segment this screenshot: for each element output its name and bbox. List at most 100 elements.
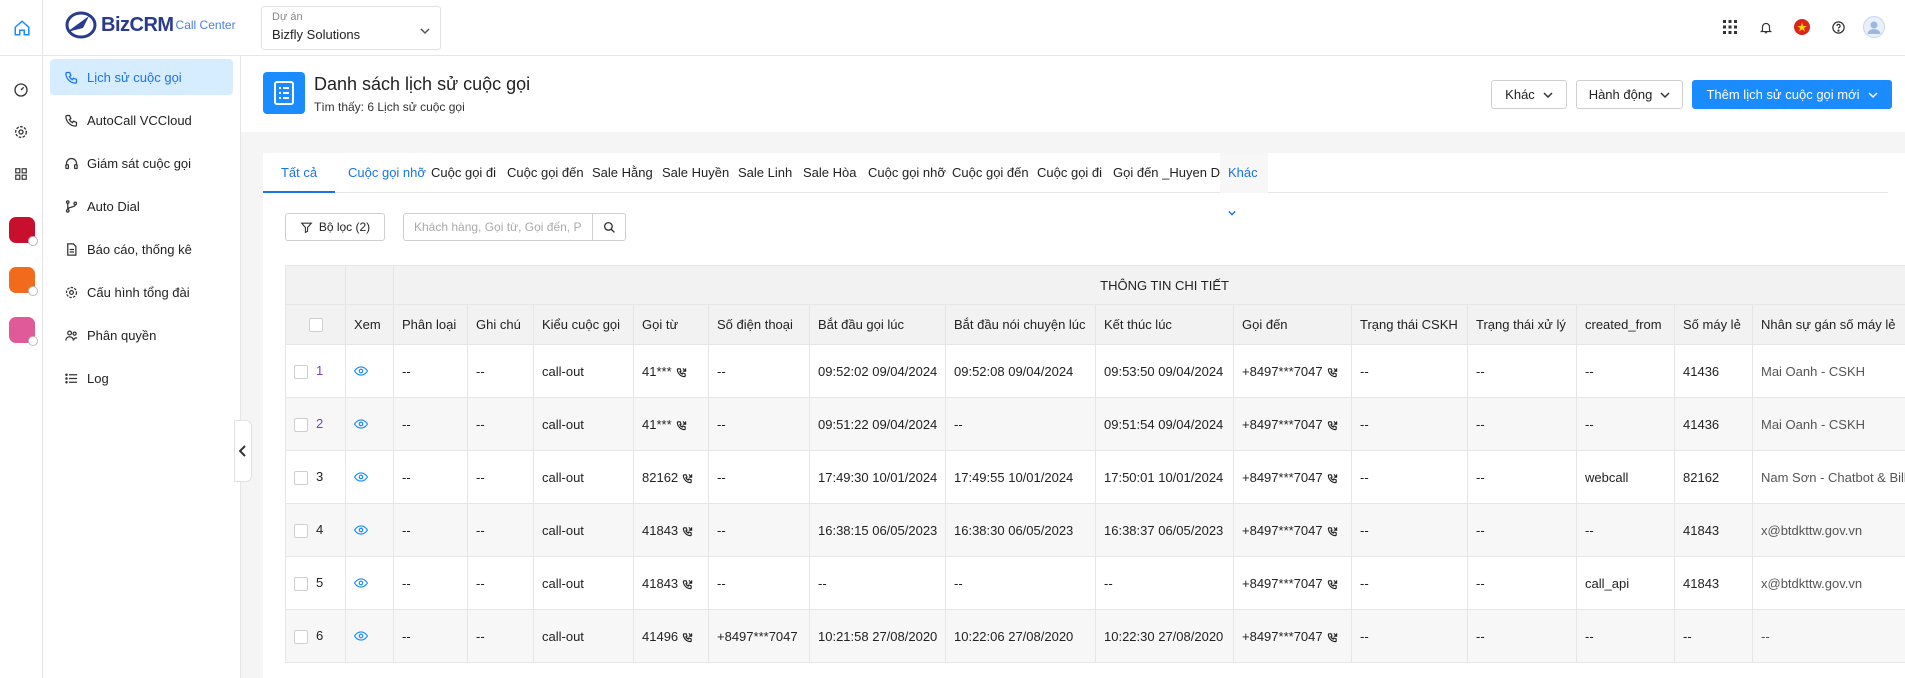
add-call-history-button[interactable]: Thêm lịch sử cuộc gọi mới <box>1692 80 1892 109</box>
tab-bar: Tất cả Cuộc gọi nhỡ Cuộc gọi đi Cuộc gọi… <box>263 153 1888 216</box>
phone-call-icon[interactable] <box>672 364 687 379</box>
row-index[interactable]: 4 <box>316 522 323 537</box>
eye-icon[interactable] <box>353 364 369 379</box>
row-index[interactable]: 1 <box>316 363 323 378</box>
row-index[interactable]: 5 <box>316 575 323 590</box>
filter-button[interactable]: Bộ lọc (2) <box>285 213 385 241</box>
cell-extension: -- <box>1674 609 1753 663</box>
phone-call-icon[interactable] <box>1323 629 1338 644</box>
search-button[interactable] <box>592 213 626 241</box>
cell-callee: +8497***7047 <box>1233 344 1352 398</box>
row-index[interactable]: 3 <box>316 469 323 484</box>
tab-incoming-2[interactable]: Cuộc gọi đến <box>952 153 1029 193</box>
bell-icon[interactable] <box>1755 16 1777 38</box>
tab-missed[interactable]: Cuộc gọi nhỡ <box>348 153 426 193</box>
sidebar-item-log[interactable]: Log <box>50 360 233 396</box>
table-row[interactable]: 6 -- -- call-out 41496 +8497***7047 10:21:58 2… <box>285 609 1905 663</box>
row-index[interactable]: 2 <box>316 416 323 431</box>
home-icon[interactable] <box>0 0 43 56</box>
grid-icon[interactable] <box>10 163 32 185</box>
action-dropdown-button[interactable]: Hành động <box>1576 80 1683 109</box>
tab-outgoing-2[interactable]: Cuộc gọi đi <box>1037 153 1102 193</box>
row-checkbox[interactable] <box>294 576 308 591</box>
chevron-down-icon <box>1868 91 1878 98</box>
eye-icon[interactable] <box>353 523 369 538</box>
table-row[interactable]: 2 -- -- call-out 41*** -- 09:51:22 09/04/2024-… <box>285 397 1905 451</box>
eye-icon[interactable] <box>353 629 369 644</box>
cell-end-time: 17:50:01 10/01/2024 <box>1095 450 1234 504</box>
tab-more[interactable]: Khác <box>1220 153 1268 216</box>
cell-phone: -- <box>708 556 810 610</box>
row-checkbox[interactable] <box>294 523 308 538</box>
sidebar-item-autocall[interactable]: AutoCall VCCloud <box>50 102 233 138</box>
caller-number: 82162 <box>642 469 679 485</box>
phone-call-icon[interactable] <box>672 417 687 432</box>
avatar[interactable] <box>1863 16 1885 38</box>
cell-cskh-status: -- <box>1351 609 1468 663</box>
table-row[interactable]: 1 -- -- call-out 41*** -- 09:52:02 09/04/2024 0… <box>285 344 1905 398</box>
row-select-cell: 4 <box>285 503 346 557</box>
tab-sale-huyen[interactable]: Sale Huyền <box>662 153 729 193</box>
app-heart-icon[interactable] <box>9 317 38 346</box>
cell-talk-start: 10:22:06 27/08/2020 <box>945 609 1096 663</box>
phone-call-icon[interactable] <box>1323 364 1338 379</box>
table-row[interactable]: 4 -- -- call-out 41843 -- 16:38:15 06/05/2023 1… <box>285 503 1905 557</box>
help-icon[interactable] <box>1827 16 1849 38</box>
sidebar-item-call-history[interactable]: Lịch sử cuộc gọi <box>50 59 233 95</box>
tab-outgoing[interactable]: Cuộc gọi đi <box>431 153 496 193</box>
project-select[interactable]: Dự án Bizfly Solutions <box>261 6 441 50</box>
table-row[interactable]: 5 -- -- call-out 41843 -- -- -- -- +8497***7047 --… <box>285 556 1905 610</box>
phone-call-icon[interactable] <box>1323 470 1338 485</box>
callee-number: +8497***7047 <box>1242 575 1323 591</box>
sidebar-item-switchboard-config[interactable]: Cấu hình tổng đài <box>50 274 233 310</box>
document-list-icon <box>263 72 305 114</box>
select-all-checkbox[interactable] <box>308 318 323 333</box>
phone-call-icon[interactable] <box>1323 523 1338 538</box>
col-extension: Số máy lẻ <box>1674 304 1753 345</box>
phone-history-icon <box>63 69 79 85</box>
phone-call-icon[interactable] <box>1323 576 1338 591</box>
sidebar-item-label: AutoCall VCCloud <box>87 112 192 128</box>
tab-missed-2[interactable]: Cuộc gọi nhỡ <box>868 153 946 193</box>
sidebar-item-reports[interactable]: Báo cáo, thống kê <box>50 231 233 267</box>
apps-grid-icon[interactable] <box>1719 16 1741 38</box>
phone-call-icon[interactable] <box>678 470 693 485</box>
phone-call-icon[interactable] <box>678 576 693 591</box>
cell-category: -- <box>393 609 468 663</box>
sidebar: Lịch sử cuộc gọi AutoCall VCCloud Giám s… <box>43 56 241 678</box>
list-card: Tất cả Cuộc gọi nhỡ Cuộc gọi đi Cuộc gọi… <box>263 153 1905 678</box>
tab-incoming-huyen-du[interactable]: Gọi đến _Huyen Du <box>1113 153 1227 193</box>
other-dropdown-button[interactable]: Khác <box>1491 80 1567 109</box>
cell-note: -- <box>467 397 534 451</box>
tab-sale-linh[interactable]: Sale Linh <box>738 153 792 193</box>
col-category: Phân loại <box>393 304 468 345</box>
row-checkbox[interactable] <box>294 417 308 432</box>
row-checkbox[interactable] <box>294 364 308 379</box>
sidebar-item-permissions[interactable]: Phân quyền <box>50 317 233 353</box>
app-mail-icon[interactable] <box>9 217 38 246</box>
gear-icon[interactable] <box>10 121 32 143</box>
eye-icon[interactable] <box>353 576 369 591</box>
row-checkbox[interactable] <box>294 629 308 644</box>
table-row[interactable]: 3 -- -- call-out 82162 -- 17:49:30 10/01/2024 1… <box>285 450 1905 504</box>
eye-icon[interactable] <box>353 417 369 432</box>
vietnam-flag-icon[interactable] <box>1791 16 1813 38</box>
tab-sale-hoa[interactable]: Sale Hòa <box>803 153 856 193</box>
tab-all[interactable]: Tất cả <box>263 153 335 193</box>
phone-call-icon[interactable] <box>1323 417 1338 432</box>
app-root: BizCRM Call Center Dự án Bizfly Solution… <box>0 0 1905 678</box>
tab-incoming[interactable]: Cuộc gọi đến <box>507 153 584 193</box>
search-input[interactable] <box>403 213 593 241</box>
phone-call-icon[interactable] <box>678 629 693 644</box>
app-bag-icon[interactable] <box>9 267 38 296</box>
row-index[interactable]: 6 <box>316 628 323 643</box>
bizcrm-logo[interactable]: BizCRM Call Center <box>63 10 236 40</box>
phone-call-icon[interactable] <box>678 523 693 538</box>
tab-sale-hang[interactable]: Sale Hằng <box>592 153 653 193</box>
sidebar-item-label: Log <box>87 370 109 386</box>
sidebar-item-auto-dial[interactable]: Auto Dial <box>50 188 233 224</box>
dashboard-icon[interactable] <box>10 79 32 101</box>
sidebar-item-call-monitor[interactable]: Giám sát cuộc gọi <box>50 145 233 181</box>
eye-icon[interactable] <box>353 470 369 485</box>
row-checkbox[interactable] <box>294 470 308 485</box>
